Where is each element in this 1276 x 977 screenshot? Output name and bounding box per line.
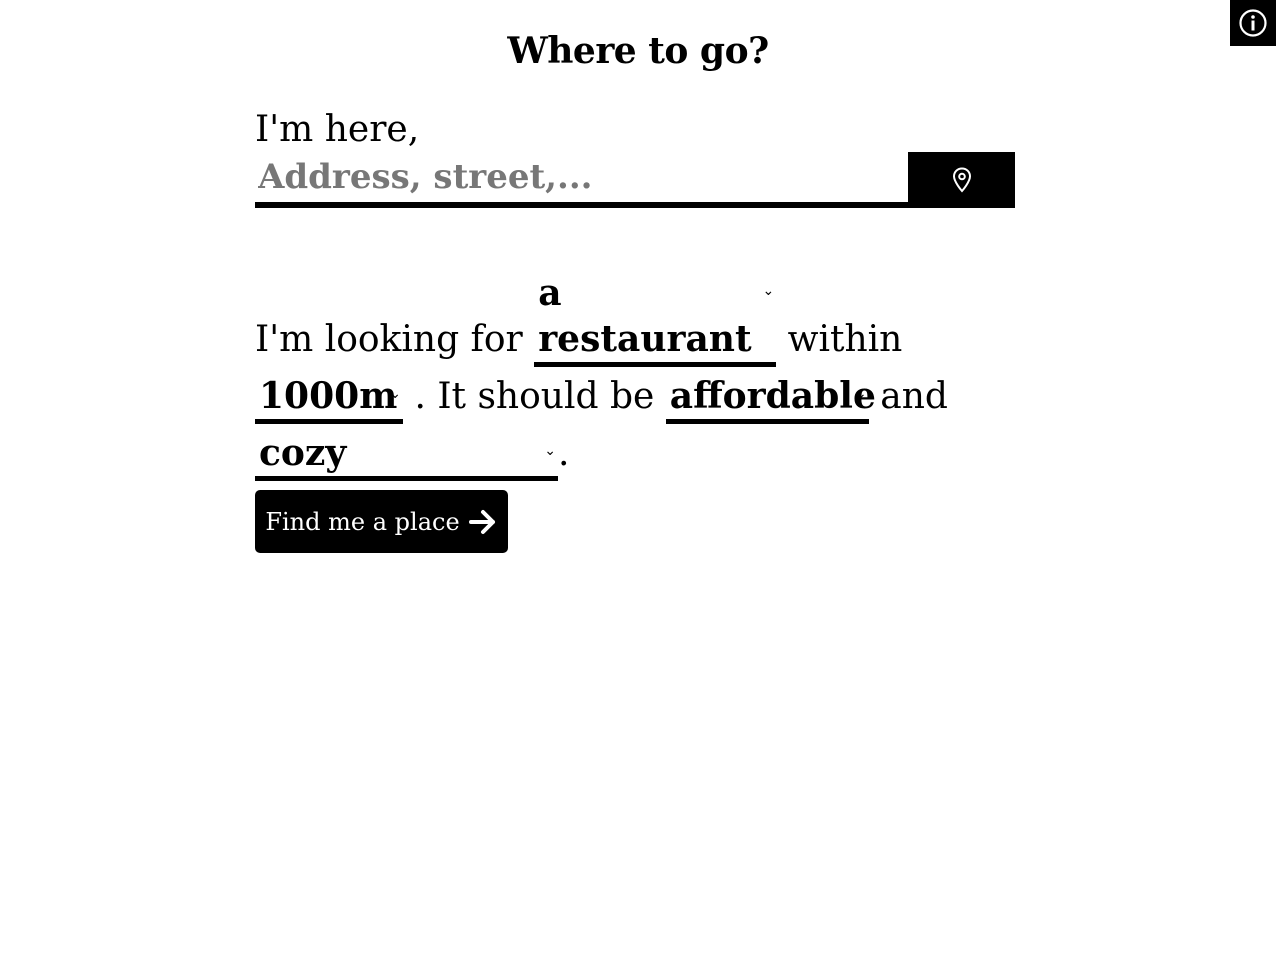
arrow-right-icon	[468, 509, 495, 534]
address-input[interactable]	[255, 152, 908, 208]
text-and: and	[868, 376, 948, 417]
find-place-label: Find me a place	[265, 507, 460, 536]
chevron-down-icon: ⌄	[544, 443, 556, 459]
chevron-down-icon: ⌄	[855, 386, 867, 402]
map-pin-icon	[952, 167, 971, 193]
find-place-button[interactable]: Find me a place	[255, 490, 508, 553]
price-value: affordable	[669, 375, 876, 417]
chevron-down-icon: ⌄	[762, 283, 775, 299]
place-type-select[interactable]: a restaurant ⌄	[534, 270, 777, 367]
text-looking-for: I'm looking for	[255, 319, 535, 360]
page-title: Where to go?	[507, 30, 769, 72]
preferences-sentence: I'm looking for a restaurant ⌄ within 1000…	[255, 270, 1015, 482]
distance-select[interactable]: 1000m ⌄	[255, 373, 403, 424]
text-within: within	[776, 319, 903, 360]
locate-me-button[interactable]	[908, 152, 1015, 208]
page: Where to go? I'm here, I'm looking for a…	[0, 0, 1276, 977]
price-select[interactable]: affordable ⌄	[665, 373, 876, 424]
search-form: I'm here, I'm looking for a restaurant ⌄ …	[255, 108, 1015, 482]
mood-select[interactable]: cozy ⌄	[255, 430, 558, 481]
chevron-down-icon: ⌄	[389, 386, 401, 402]
distance-value: 1000m	[259, 375, 398, 417]
text-period: .	[558, 433, 570, 474]
place-type-value: a restaurant	[538, 272, 752, 360]
address-row	[255, 152, 1015, 208]
location-label: I'm here,	[255, 109, 420, 150]
text-should-be: . It should be	[403, 376, 666, 417]
mood-value: cozy	[259, 432, 347, 474]
